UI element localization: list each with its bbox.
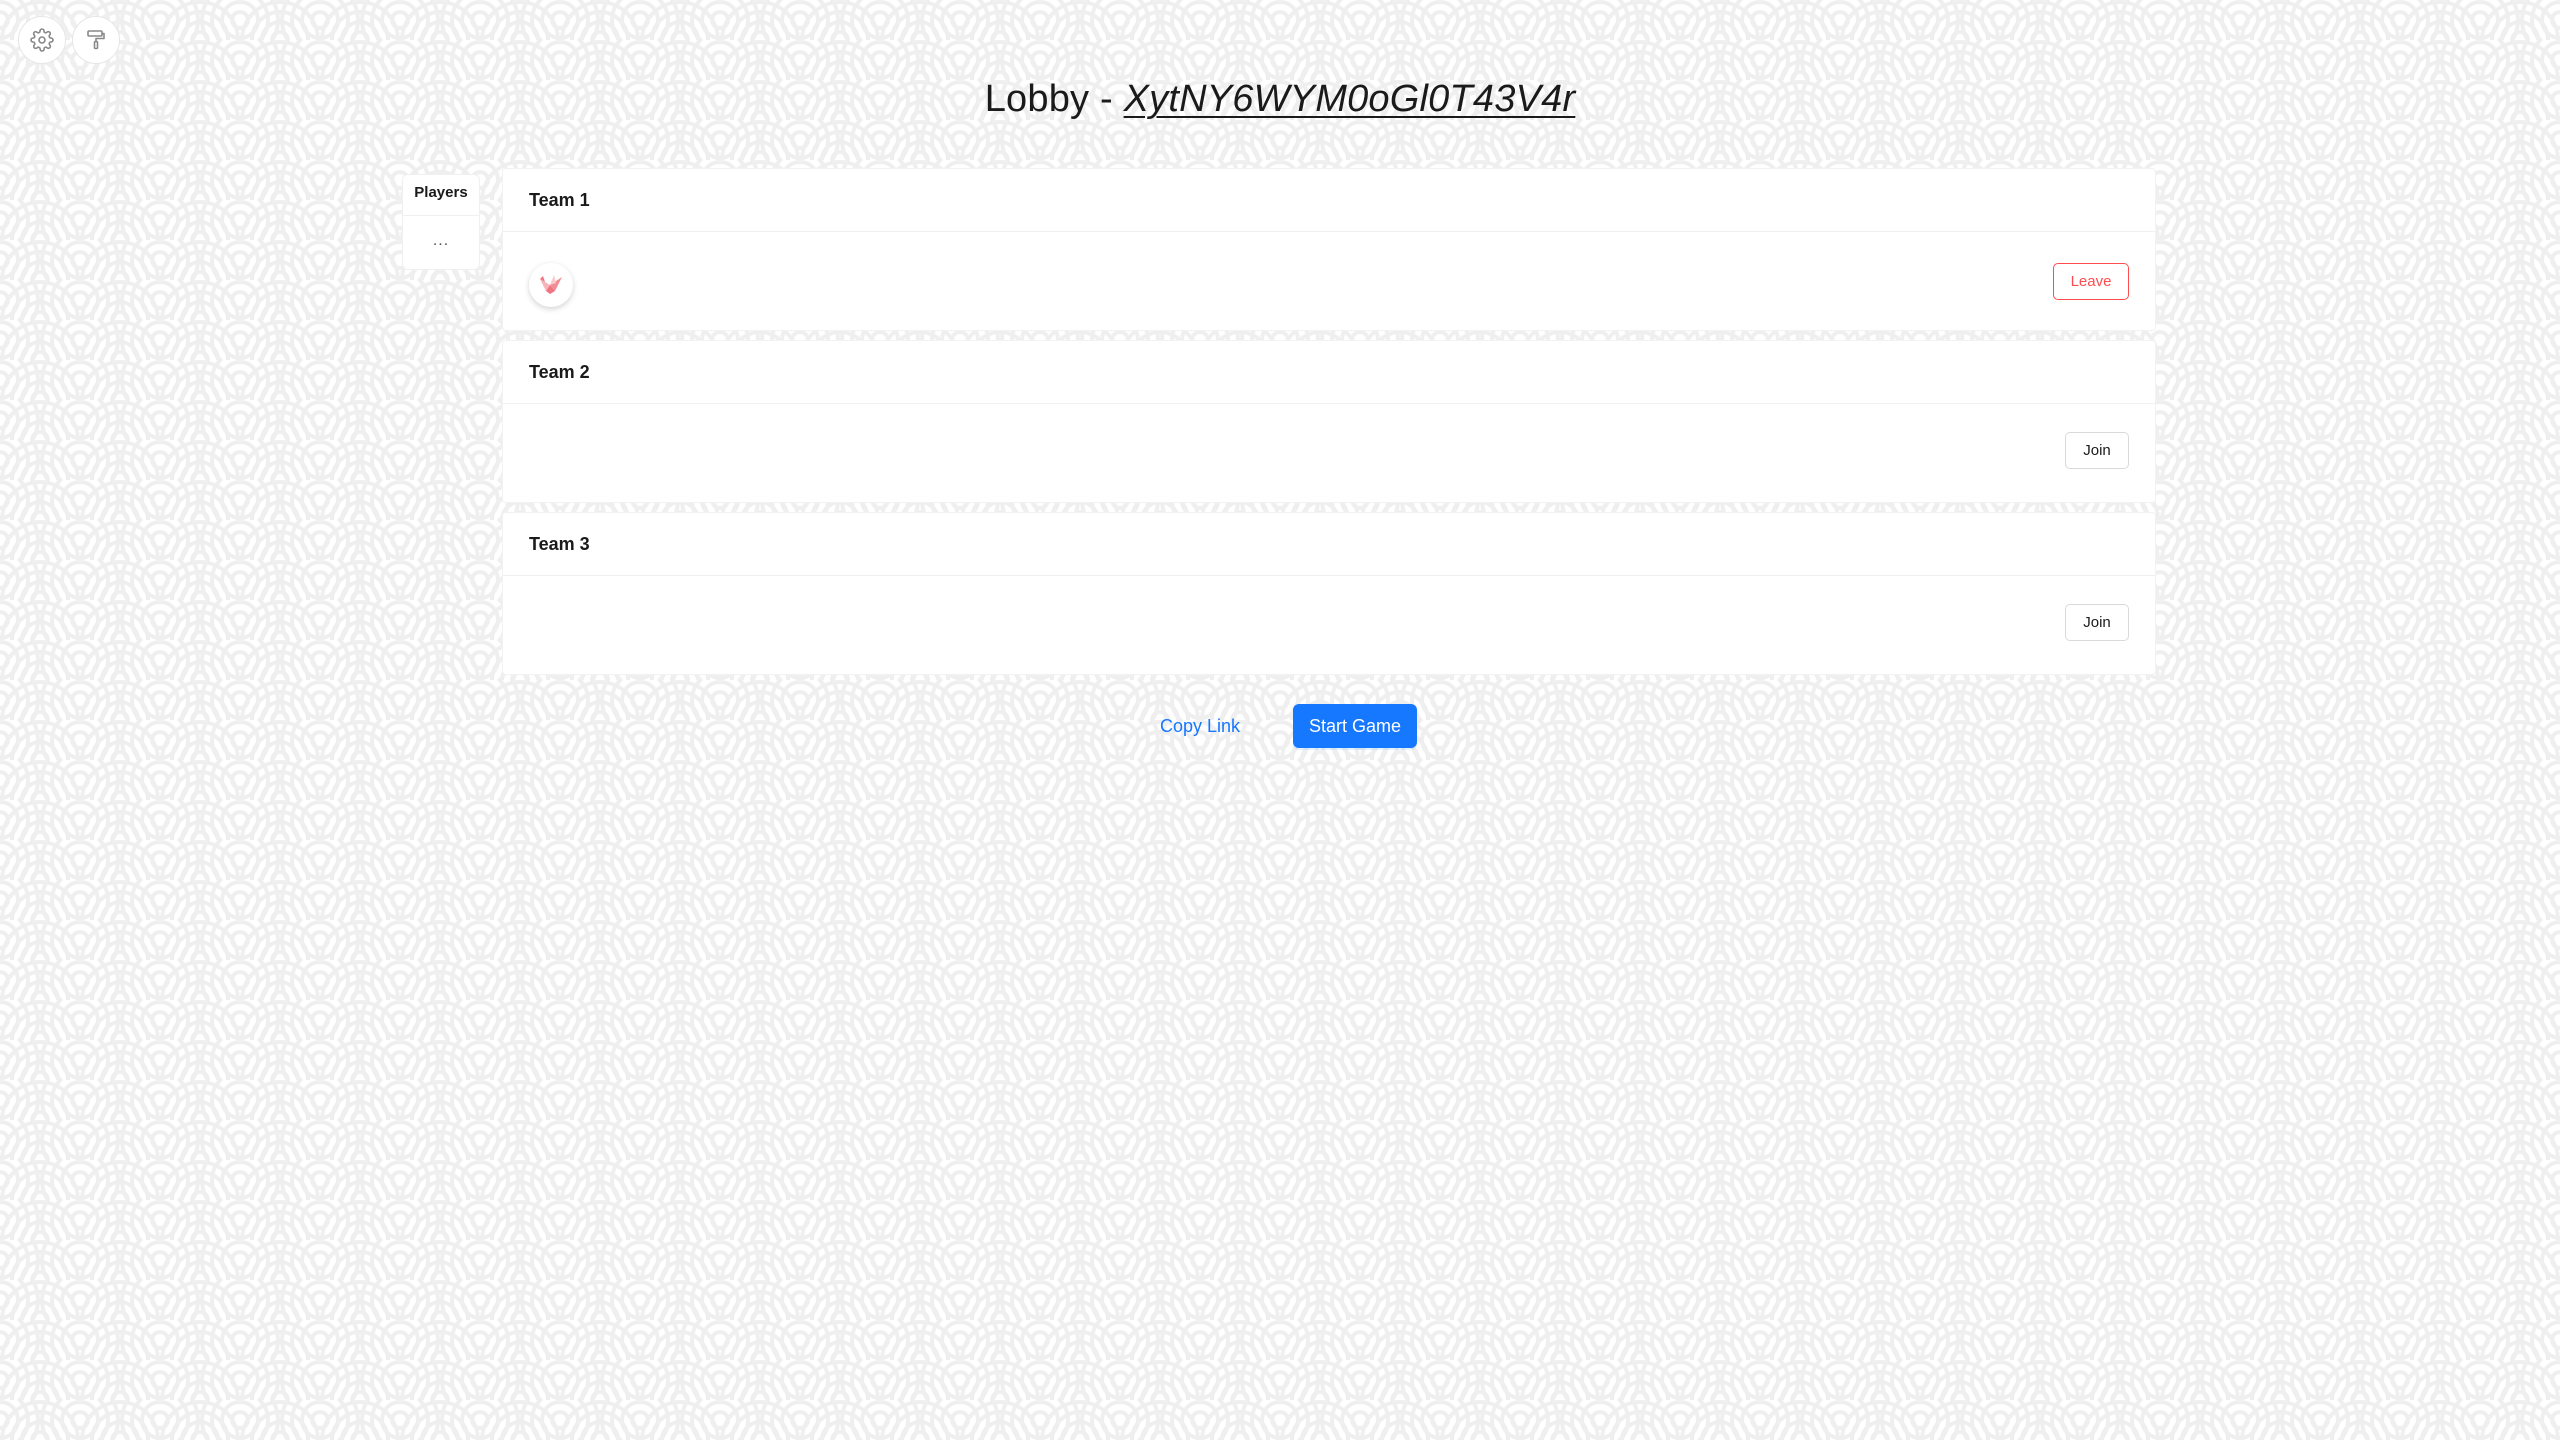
team-card-3: Team 3 Join xyxy=(502,512,2156,675)
title-prefix: Lobby - xyxy=(984,78,1124,120)
lobby-code-link[interactable]: XytNY6WYM0oGl0T43V4r xyxy=(1124,78,1576,120)
team-members: Join xyxy=(503,404,2155,502)
team-members: Join xyxy=(503,576,2155,674)
gear-icon xyxy=(30,28,54,52)
leave-team-button[interactable]: Leave xyxy=(2053,263,2129,300)
page-title: Lobby - XytNY6WYM0oGl0T43V4r xyxy=(0,78,2560,121)
players-panel-title: Players xyxy=(403,175,479,216)
theme-button[interactable] xyxy=(72,16,120,64)
team-name: Team 1 xyxy=(503,169,2155,232)
copy-link-button[interactable]: Copy Link xyxy=(1150,704,1250,748)
settings-button[interactable] xyxy=(18,16,66,64)
start-game-button[interactable]: Start Game xyxy=(1293,704,1417,748)
players-panel: Players ... xyxy=(402,174,480,270)
team-name: Team 3 xyxy=(503,513,2155,576)
team-members: Leave xyxy=(503,232,2155,330)
team-card-1: Team 1 Leave xyxy=(502,168,2156,331)
team-card-2: Team 2 Join xyxy=(502,340,2156,503)
team-name: Team 2 xyxy=(503,341,2155,404)
join-team-2-button[interactable]: Join xyxy=(2065,432,2129,469)
paint-roller-icon xyxy=(87,30,105,50)
avatar[interactable] xyxy=(529,263,573,307)
origami-crane-icon xyxy=(540,275,562,294)
players-panel-placeholder: ... xyxy=(432,232,450,249)
join-team-3-button[interactable]: Join xyxy=(2065,604,2129,641)
